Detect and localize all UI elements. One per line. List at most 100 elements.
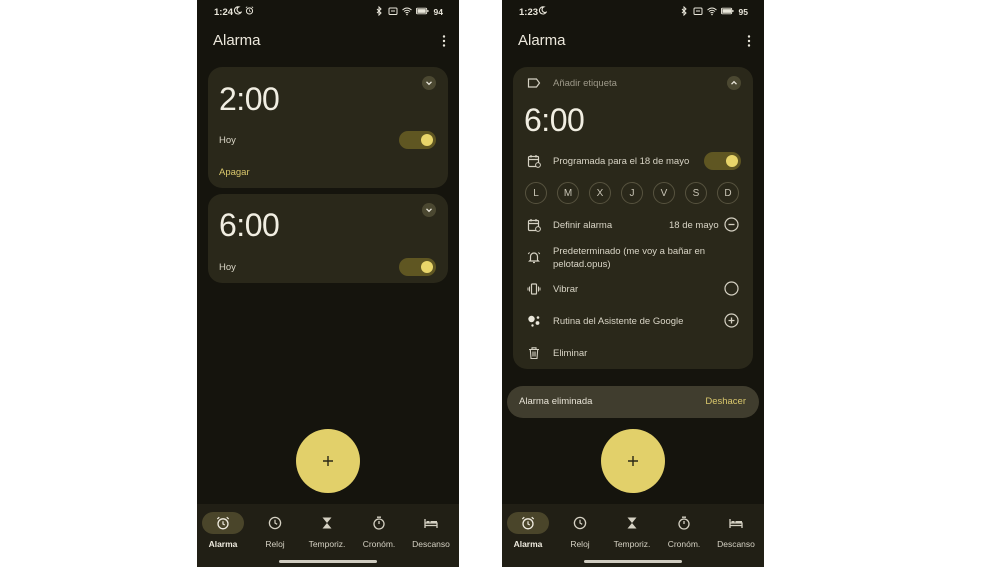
bed-icon [424, 519, 438, 528]
weekday-selector: L M X J V S D [525, 182, 739, 204]
day-friday[interactable]: V [653, 182, 675, 204]
expand-button[interactable] [422, 76, 436, 90]
nav-item-alarm[interactable]: Alarma [197, 512, 249, 549]
bell-icon [527, 252, 541, 264]
alarm-card-expanded[interactable]: Añadir etiqueta 6:00 Programada para el … [513, 67, 753, 369]
moon-icon [538, 6, 547, 15]
set-alarm-date[interactable]: 18 de mayo [669, 220, 719, 231]
assistant-routine-label[interactable]: Rutina del Asistente de Google [553, 316, 683, 327]
nav-item-stopwatch[interactable]: Cronóm. [353, 512, 405, 549]
scheduled-text: Programada para el 18 de mayo [553, 156, 690, 167]
battery-level: 95 [738, 7, 748, 17]
add-alarm-button[interactable] [296, 429, 360, 493]
nav-item-alarm[interactable]: Alarma [502, 512, 554, 549]
day-wednesday[interactable]: X [589, 182, 611, 204]
delete-icon [529, 347, 539, 360]
alarm-time[interactable]: 2:00 [219, 81, 280, 118]
delete-button[interactable]: Eliminar [553, 348, 587, 359]
nav-label: Descanso [412, 539, 450, 549]
day-sunday[interactable]: D [717, 182, 739, 204]
stopwatch-icon [678, 516, 690, 530]
nav-item-bedtime[interactable]: Descanso [710, 512, 762, 549]
alarm-card[interactable]: 2:00 Hoy Apagar [208, 67, 448, 188]
snackbar: Alarma eliminada Deshacer [507, 386, 759, 418]
nav-item-timer[interactable]: Temporiz. [301, 512, 353, 549]
add-icon [628, 456, 638, 466]
more-vert-icon[interactable] [745, 34, 753, 48]
dismiss-link[interactable]: Apagar [219, 167, 250, 178]
alarm-icon [216, 516, 230, 530]
nav-item-clock[interactable]: Reloj [554, 512, 606, 549]
alarm-time[interactable]: 6:00 [219, 207, 280, 244]
chevron-down-icon [426, 208, 432, 213]
toggle-knob [421, 261, 433, 273]
toggle-knob [726, 155, 738, 167]
add-label-field[interactable]: Añadir etiqueta [553, 78, 617, 89]
vibrate-checkbox[interactable] [724, 281, 739, 296]
battery-icon [416, 7, 429, 15]
add-alarm-button[interactable] [601, 429, 665, 493]
nav-label: Reloj [265, 539, 285, 549]
clock-icon [573, 516, 587, 530]
alarm-toggle[interactable] [399, 131, 436, 149]
nav-label: Cronóm. [667, 539, 701, 549]
add-icon [323, 456, 333, 466]
alarm-toggle[interactable] [704, 152, 741, 170]
toggle-knob [421, 134, 433, 146]
status-time: 1:24 [214, 7, 234, 18]
nav-label: Reloj [570, 539, 590, 549]
set-alarm-label[interactable]: Definir alarma [553, 220, 612, 231]
home-indicator[interactable] [584, 560, 682, 563]
status-bar: 1:23 95 [502, 0, 764, 24]
home-indicator[interactable] [279, 560, 377, 563]
nav-item-clock[interactable]: Reloj [249, 512, 301, 549]
no-sim-icon [388, 7, 398, 15]
chevron-up-icon [731, 80, 737, 85]
phone-screen-left: 1:24 94 Alarma 2:00 Hoy Apagar 6:00 Hoy [197, 0, 459, 567]
battery-level: 94 [433, 7, 443, 17]
clock-icon [268, 516, 282, 530]
vibrate-icon [527, 283, 541, 295]
snackbar-message: Alarma eliminada [519, 396, 593, 407]
add-routine-icon[interactable] [724, 313, 739, 328]
collapse-button[interactable] [727, 76, 741, 90]
wifi-icon [402, 7, 412, 16]
nav-item-stopwatch[interactable]: Cronóm. [658, 512, 710, 549]
day-thursday[interactable]: J [621, 182, 643, 204]
bluetooth-icon [376, 6, 382, 16]
more-vert-icon[interactable] [440, 34, 448, 48]
label-icon [527, 78, 541, 88]
day-saturday[interactable]: S [685, 182, 707, 204]
status-bar: 1:24 94 [197, 0, 459, 24]
stopwatch-icon [373, 516, 385, 530]
wifi-icon [707, 7, 717, 16]
no-sim-icon [693, 7, 703, 15]
bottom-navigation: Alarma Reloj Temporiz. Cronóm. Descanso [197, 504, 459, 567]
page-title: Alarma [518, 32, 566, 49]
bed-icon [729, 519, 743, 528]
phone-screen-right: 1:23 95 Alarma Añadir etiqueta 6:00 Prog… [502, 0, 764, 567]
vibrate-label[interactable]: Vibrar [553, 284, 578, 295]
expand-button[interactable] [422, 203, 436, 217]
day-monday[interactable]: L [525, 182, 547, 204]
undo-button[interactable]: Deshacer [705, 396, 746, 407]
hourglass-icon [627, 517, 637, 529]
nav-label: Alarma [513, 539, 543, 549]
alarm-sound[interactable]: Predeterminado (me voy a bañar en pelota… [553, 245, 723, 271]
alarm-icon [245, 6, 254, 15]
day-tuesday[interactable]: M [557, 182, 579, 204]
chevron-down-icon [426, 81, 432, 86]
alarm-card[interactable]: 6:00 Hoy [208, 194, 448, 283]
remove-date-icon[interactable] [724, 217, 739, 232]
nav-label: Alarma [208, 539, 238, 549]
nav-item-timer[interactable]: Temporiz. [606, 512, 658, 549]
battery-icon [721, 7, 734, 15]
bottom-navigation: Alarma Reloj Temporiz. Cronóm. Descanso [502, 504, 764, 567]
nav-item-bedtime[interactable]: Descanso [405, 512, 457, 549]
alarm-toggle[interactable] [399, 258, 436, 276]
alarm-time[interactable]: 6:00 [524, 102, 585, 139]
alarm-day: Hoy [219, 135, 236, 146]
alarm-day: Hoy [219, 262, 236, 273]
nav-label: Temporiz. [308, 539, 346, 549]
nav-label: Descanso [717, 539, 755, 549]
